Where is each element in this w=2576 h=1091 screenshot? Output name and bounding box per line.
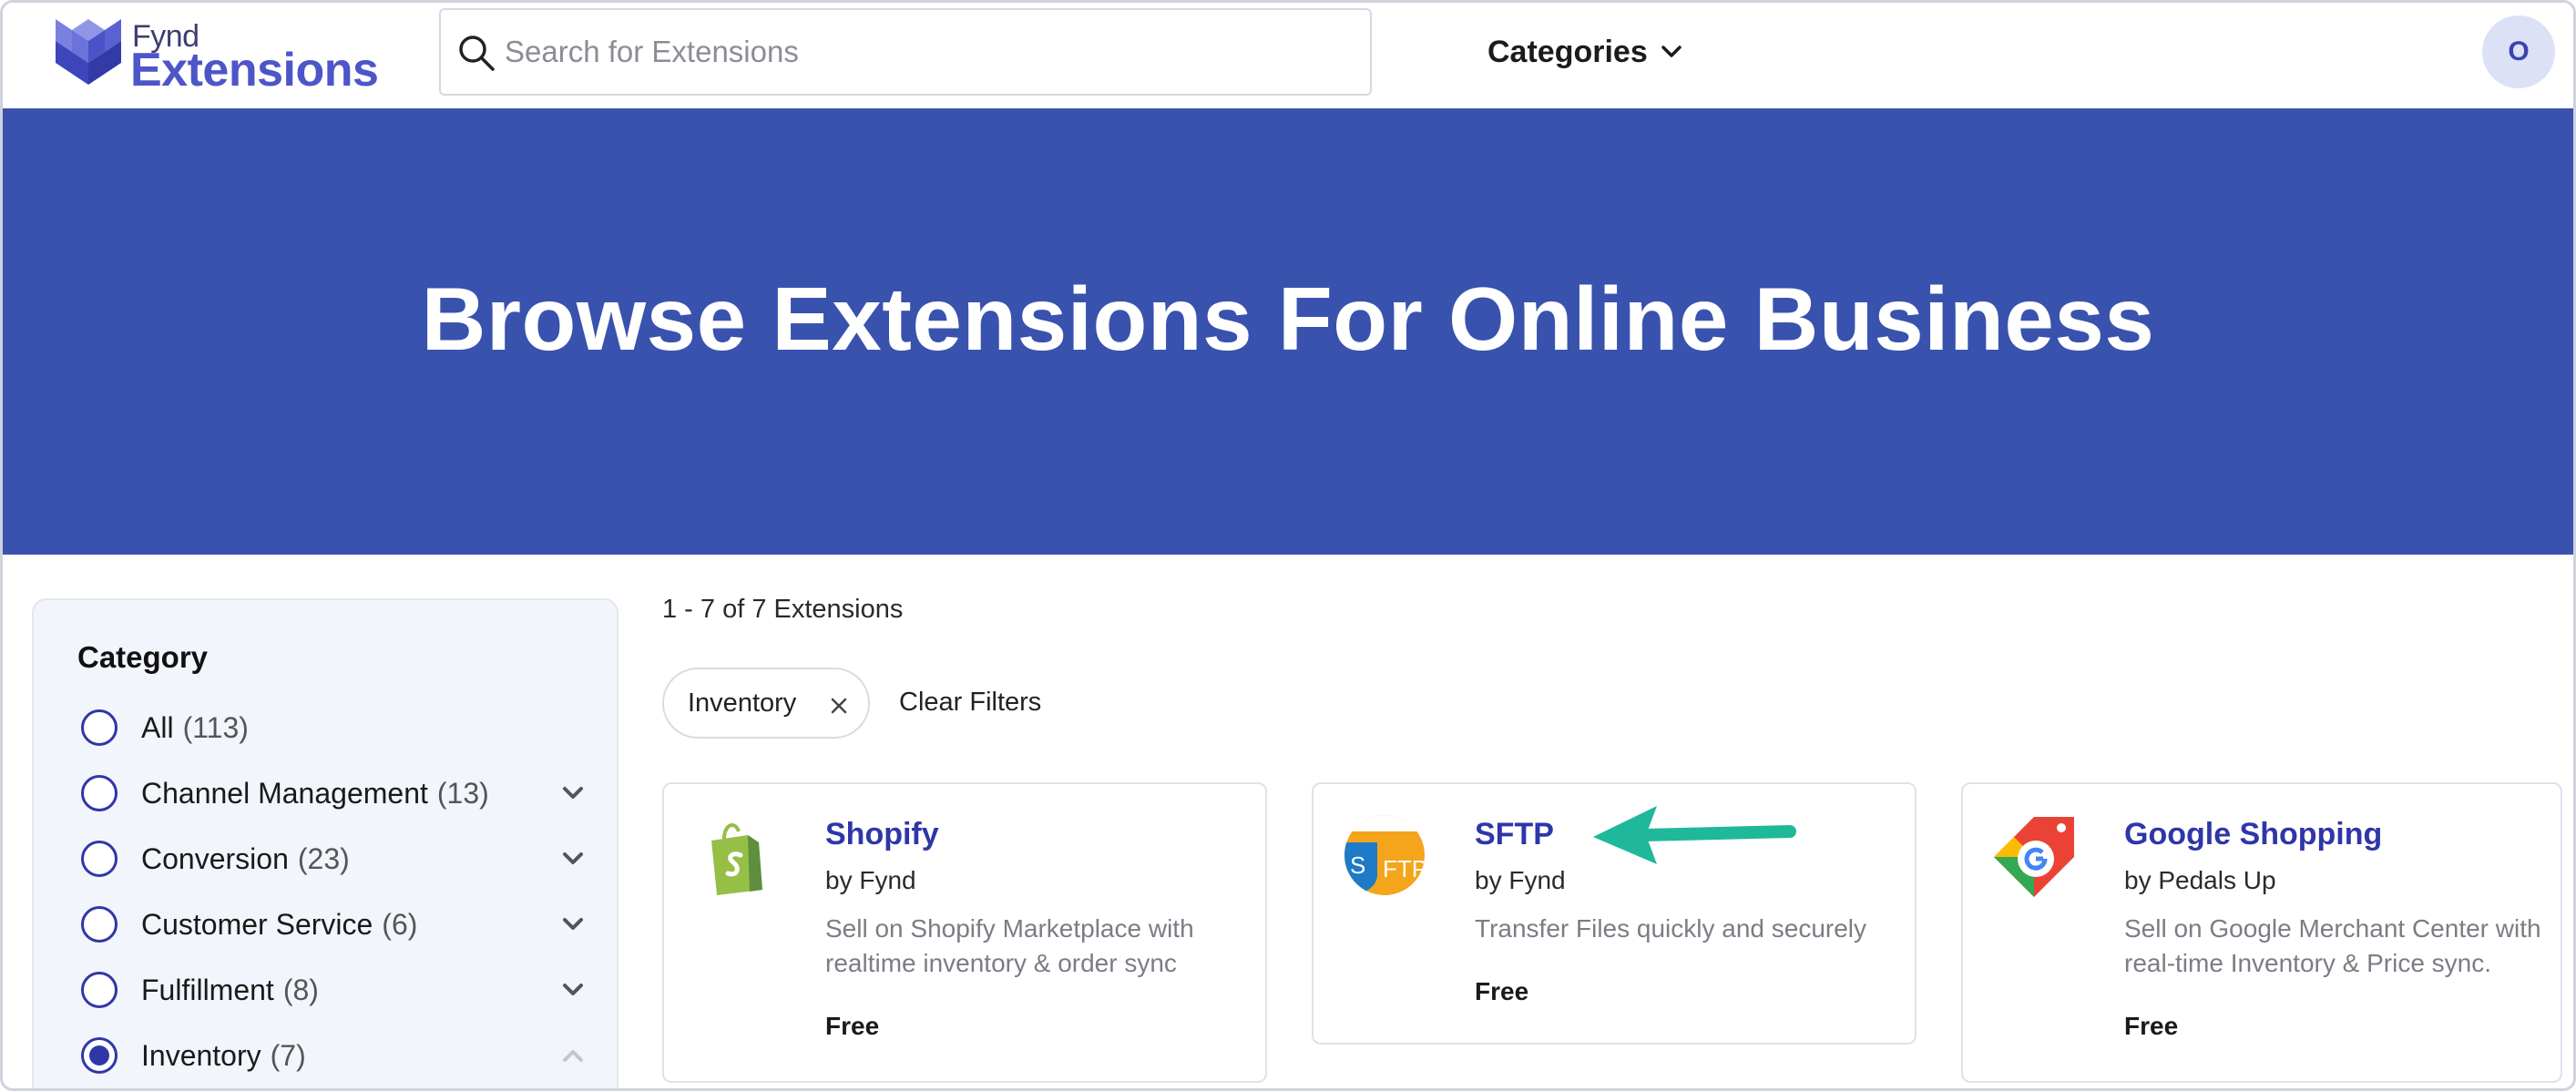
card-price: Free	[1475, 977, 1529, 1005]
card-publisher: by Fynd	[825, 866, 916, 894]
extension-card-shopify[interactable]: Shopify by Fynd Sell on Shopify Marketpl…	[662, 782, 1267, 1083]
top-header: Fynd Extensions Categories O	[3, 3, 2573, 108]
category-label: Fulfillment	[141, 973, 274, 1006]
radio-button[interactable]	[81, 775, 118, 811]
hero-banner: Browse Extensions For Online Business	[3, 108, 2573, 555]
hero-title: Browse Extensions For Online Business	[421, 268, 2155, 369]
fynd-logo-icon	[56, 19, 121, 85]
search-input[interactable]	[505, 12, 1361, 92]
category-list: All (113) Channel Management (13) Conver…	[81, 695, 591, 1088]
close-icon[interactable]	[830, 697, 848, 715]
categories-label: Categories	[1487, 34, 1648, 69]
card-title[interactable]: Shopify	[825, 817, 939, 852]
results-count: 1 - 7 of 7 Extensions	[662, 595, 904, 624]
category-count: (113)	[182, 710, 249, 744]
radio-button[interactable]	[81, 841, 118, 877]
card-publisher: by Fynd	[1475, 866, 1566, 894]
chevron-down-icon[interactable]	[562, 851, 584, 866]
category-label: Conversion	[141, 841, 289, 875]
active-filter-chip[interactable]: Inventory	[662, 668, 870, 739]
card-description: Sell on Google Merchant Center with real…	[2124, 914, 2541, 977]
categories-dropdown[interactable]: Categories	[1487, 30, 1682, 74]
radio-button[interactable]	[81, 906, 118, 943]
chevron-down-icon	[1661, 46, 1682, 57]
extension-card-google-shopping[interactable]: Google Shopping by Pedals Up Sell on Goo…	[1961, 782, 2562, 1083]
category-label: Channel Management	[141, 776, 428, 810]
brand-big-text: Extensions	[130, 44, 379, 97]
category-item-channel-management[interactable]: Channel Management (13)	[81, 760, 591, 826]
sftp-icon: S FTP	[1344, 815, 1427, 895]
category-count: (6)	[382, 907, 418, 941]
chevron-down-icon[interactable]	[562, 983, 584, 997]
svg-text:FTP: FTP	[1383, 855, 1427, 882]
category-label: Inventory	[141, 1038, 261, 1072]
category-count: (13)	[436, 776, 489, 810]
category-count: (23)	[297, 841, 350, 875]
annotation-arrow-icon	[1593, 806, 1796, 864]
card-description: Sell on Shopify Marketplace with realtim…	[825, 914, 1194, 977]
radio-dot	[89, 1045, 109, 1066]
brand-logo[interactable]: Fynd Extensions	[50, 14, 379, 97]
google-shopping-icon	[1994, 817, 2074, 897]
card-title[interactable]: SFTP	[1475, 817, 1554, 852]
search-icon	[459, 36, 495, 71]
category-filter-panel: Category All (113) Channel Management (1…	[32, 598, 618, 1088]
radio-button[interactable]	[81, 709, 118, 746]
category-heading: Category	[77, 640, 209, 674]
card-price: Free	[825, 1012, 880, 1040]
card-title[interactable]: Google Shopping	[2124, 817, 2382, 852]
card-description: Transfer Files quickly and securely	[1475, 914, 1867, 943]
radio-button[interactable]	[81, 972, 118, 1008]
category-label: Customer Service	[141, 907, 373, 941]
category-count: (7)	[270, 1038, 306, 1072]
shopify-bag-icon	[711, 823, 762, 895]
category-item-fulfillment[interactable]: Fulfillment (8)	[81, 957, 591, 1023]
search-box[interactable]	[439, 8, 1372, 96]
card-price: Free	[2124, 1012, 2179, 1040]
svg-text:S: S	[1350, 851, 1365, 879]
category-item-all[interactable]: All (113)	[81, 695, 591, 760]
card-publisher: by Pedals Up	[2124, 866, 2276, 894]
clear-filters-link[interactable]: Clear Filters	[899, 688, 1041, 718]
radio-button-selected[interactable]	[81, 1037, 118, 1074]
category-item-inventory[interactable]: Inventory (7)	[81, 1023, 591, 1088]
chevron-down-icon[interactable]	[562, 786, 584, 800]
chevron-down-icon[interactable]	[562, 917, 584, 932]
category-count: (8)	[282, 973, 319, 1006]
user-avatar[interactable]: O	[2482, 15, 2555, 88]
category-item-conversion[interactable]: Conversion (23)	[81, 826, 591, 892]
category-item-customer-service[interactable]: Customer Service (6)	[81, 892, 591, 957]
filter-chip-label: Inventory	[688, 688, 797, 718]
category-label: All	[141, 710, 174, 744]
chevron-up-icon[interactable]	[562, 1048, 584, 1063]
app-window: Fynd Extensions Categories O Browse Exte…	[0, 0, 2576, 1091]
